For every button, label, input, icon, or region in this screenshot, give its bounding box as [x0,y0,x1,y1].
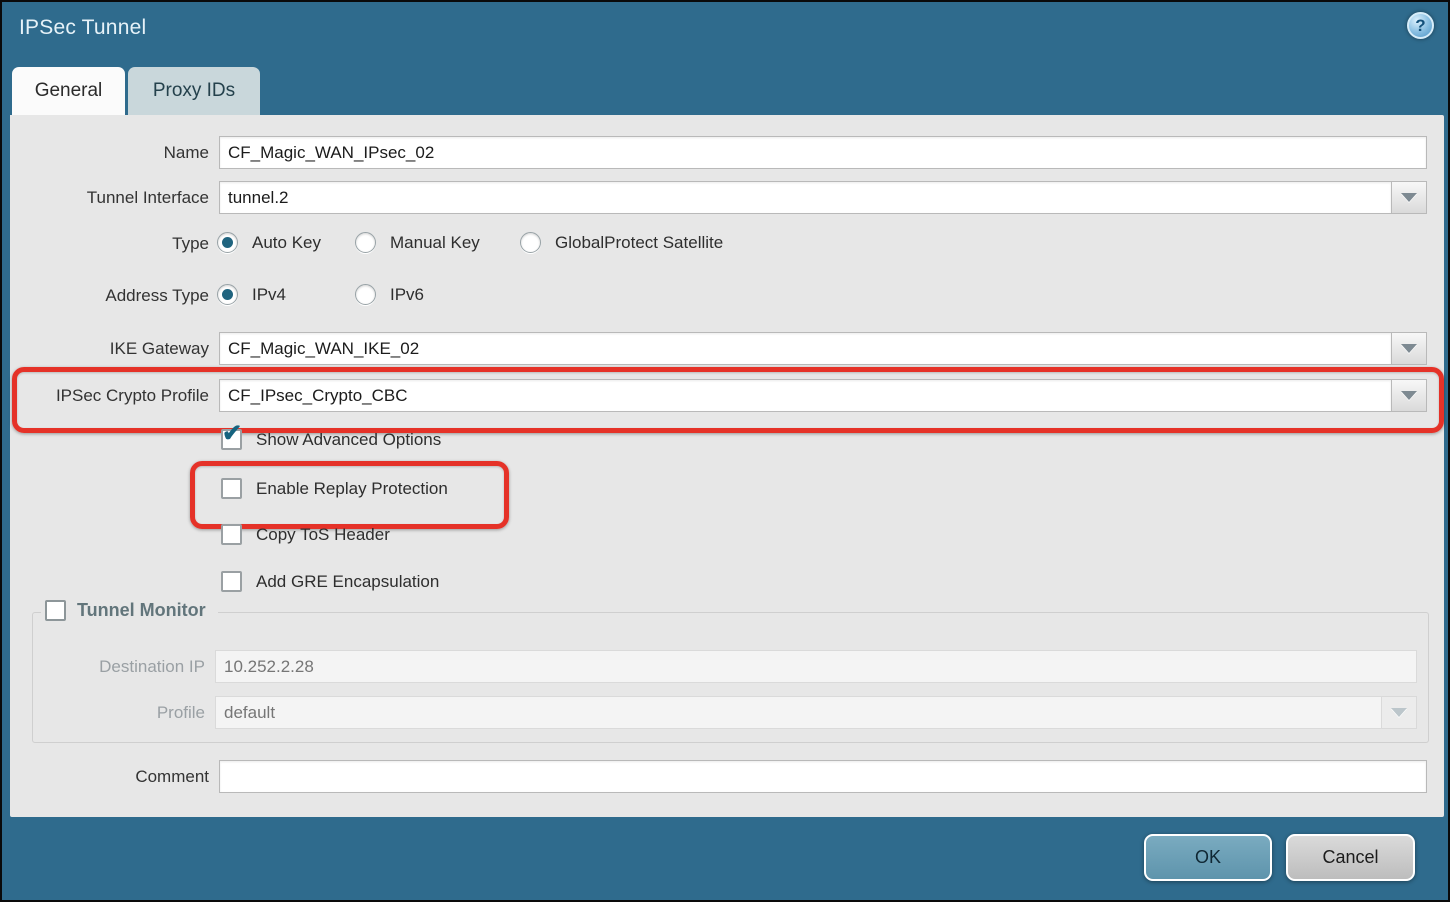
checkbox-copy-tos-header[interactable]: Copy ToS Header [221,524,390,545]
radio-selected-icon [217,232,238,253]
ipsec-crypto-profile-label: IPSec Crypto Profile [10,379,209,412]
radio-ipv4-label: IPv4 [252,285,286,305]
name-label: Name [10,136,209,169]
tunnel-monitor-label: Tunnel Monitor [77,600,206,621]
tab-bar: General Proxy IDs [12,67,260,115]
profile-combo [215,696,1417,729]
radio-globalprotect-satellite[interactable]: GlobalProtect Satellite [520,232,723,253]
tab-proxy-ids[interactable]: Proxy IDs [128,67,260,115]
profile-dropdown-button [1382,696,1417,729]
radio-unselected-icon [355,232,376,253]
question-mark-glyph: ? [1415,16,1425,36]
address-type-label: Address Type [10,279,209,312]
ike-gateway-combo [219,332,1427,365]
radio-unselected-icon [520,232,541,253]
radio-ipv4[interactable]: IPv4 [217,284,286,305]
ike-gateway-input[interactable] [219,332,1392,365]
checkbox-enable-replay-protection[interactable]: Enable Replay Protection [221,478,448,499]
tunnel-monitor-group: Tunnel Monitor Destination IP Profile [32,612,1429,743]
checkbox-show-advanced-options-label: Show Advanced Options [256,430,441,450]
radio-ipv6[interactable]: IPv6 [355,284,424,305]
destination-ip-label: Destination IP [33,650,205,683]
dialog-title: IPSec Tunnel [19,16,146,40]
radio-manual-key[interactable]: Manual Key [355,232,480,253]
ok-button[interactable]: OK [1144,834,1272,881]
checkbox-unchecked-icon [221,571,242,592]
checkbox-add-gre-encapsulation-label: Add GRE Encapsulation [256,572,439,592]
radio-manual-key-label: Manual Key [390,233,480,253]
radio-unselected-icon [355,284,376,305]
ipsec-crypto-profile-input[interactable] [219,379,1392,412]
checkbox-add-gre-encapsulation[interactable]: Add GRE Encapsulation [221,571,439,592]
tab-general[interactable]: General [12,67,125,115]
checkbox-enable-replay-protection-label: Enable Replay Protection [256,479,448,499]
checkbox-show-advanced-options[interactable]: ✔ Show Advanced Options [221,429,441,450]
checkmark-icon: ✔ [222,422,242,446]
chevron-down-icon [1401,391,1417,400]
chevron-down-icon [1401,344,1417,353]
ipsec-crypto-profile-combo [219,379,1427,412]
profile-label: Profile [33,696,205,729]
tunnel-interface-input[interactable] [219,181,1392,214]
cancel-button[interactable]: Cancel [1286,834,1415,881]
radio-selected-icon [217,284,238,305]
radio-ipv6-label: IPv6 [390,285,424,305]
tunnel-monitor-checkbox[interactable]: Tunnel Monitor [41,600,218,621]
ipsec-crypto-profile-dropdown-button[interactable] [1392,379,1427,412]
chevron-down-icon [1391,708,1407,717]
ipsec-tunnel-dialog: IPSec Tunnel ? General Proxy IDs Name Tu… [0,0,1450,902]
checkbox-unchecked-icon [221,478,242,499]
radio-globalprotect-satellite-label: GlobalProtect Satellite [555,233,723,253]
tunnel-interface-dropdown-button[interactable] [1392,181,1427,214]
tunnel-interface-combo [219,181,1427,214]
destination-ip-input [215,650,1417,683]
comment-label: Comment [10,760,209,793]
tunnel-interface-label: Tunnel Interface [10,181,209,214]
comment-input[interactable] [219,760,1427,793]
checkbox-unchecked-icon [45,600,66,621]
checkbox-checked-icon: ✔ [221,429,242,450]
chevron-down-icon [1401,193,1417,202]
checkbox-unchecked-icon [221,524,242,545]
help-icon[interactable]: ? [1407,12,1434,39]
general-tab-panel: Name Tunnel Interface Type Auto Key Manu… [10,115,1444,817]
profile-input [215,696,1382,729]
type-label: Type [10,227,209,260]
name-input[interactable] [219,136,1427,169]
checkbox-copy-tos-header-label: Copy ToS Header [256,525,390,545]
radio-auto-key-label: Auto Key [252,233,321,253]
ike-gateway-dropdown-button[interactable] [1392,332,1427,365]
ike-gateway-label: IKE Gateway [10,332,209,365]
radio-auto-key[interactable]: Auto Key [217,232,321,253]
